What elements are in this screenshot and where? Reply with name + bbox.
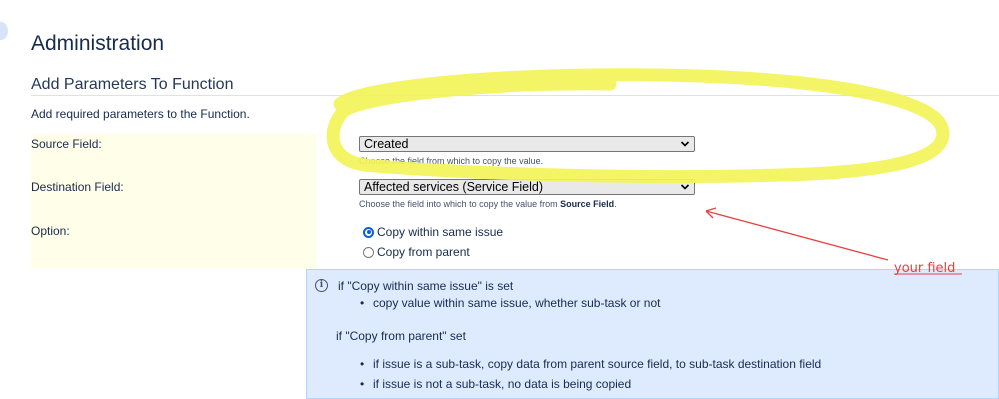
annotation-your-field: your field [894, 261, 956, 276]
red-arrow-line [705, 210, 889, 261]
annotation-overlay [326, 68, 962, 275]
yellow-highlight-scribble [326, 68, 950, 184]
